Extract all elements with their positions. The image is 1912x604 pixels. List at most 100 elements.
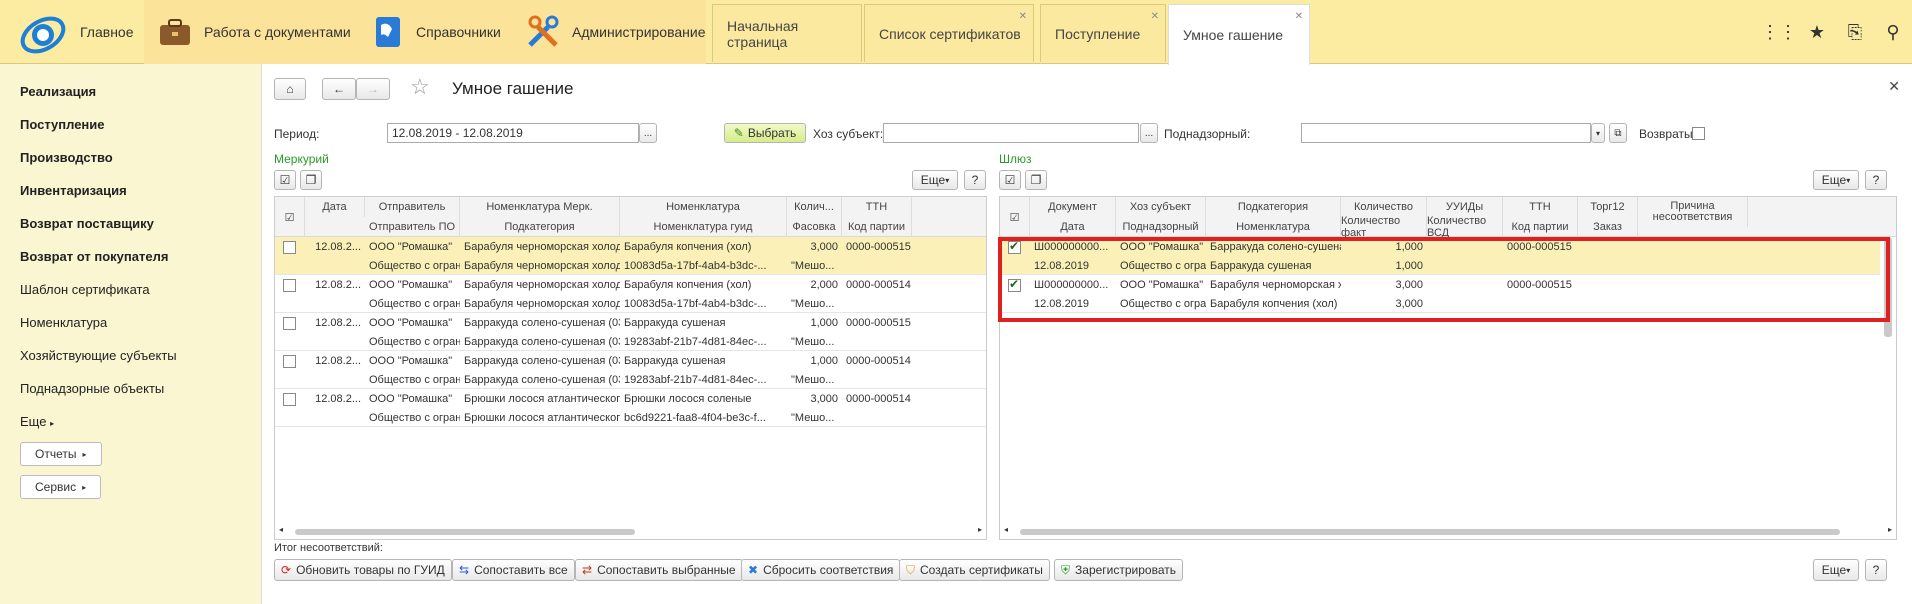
- section-catalogs[interactable]: Справочники: [372, 0, 501, 64]
- home-button[interactable]: ⌂: [274, 78, 306, 100]
- header-quantity-fact[interactable]: Количество факт: [1341, 215, 1427, 239]
- nav-item-sales[interactable]: Реализация: [20, 84, 96, 99]
- nav-item-business-entities[interactable]: Хозяйствующие субъекты: [20, 348, 177, 363]
- hoz-subject-input[interactable]: [883, 123, 1139, 143]
- row-checkbox[interactable]: [283, 393, 296, 406]
- reset-matches-button[interactable]: ✖ Сбросить соответствия: [741, 559, 901, 581]
- favorite-star-icon[interactable]: ☆: [410, 74, 430, 100]
- nav-item-certificate-template[interactable]: Шаблон сертификата: [20, 282, 150, 297]
- match-all-button[interactable]: ⇆ Сопоставить все: [452, 559, 575, 581]
- nav-item-more[interactable]: Еще ▸: [20, 414, 54, 429]
- nav-item-receipt[interactable]: Поступление: [20, 117, 105, 132]
- bottom-help-button[interactable]: ?: [1865, 559, 1887, 581]
- match-selected-button[interactable]: ⇄ Сопоставить выбранные: [575, 559, 743, 581]
- supervised-input[interactable]: [1301, 123, 1591, 143]
- mercury-help-button[interactable]: ?: [964, 170, 986, 190]
- tab-start-page[interactable]: Начальная страница: [712, 4, 862, 62]
- search-icon[interactable]: ⚲: [1874, 22, 1912, 43]
- forward-button[interactable]: →: [356, 78, 390, 100]
- home-section[interactable]: Главное: [80, 24, 134, 40]
- header-check-icon[interactable]: ☑: [275, 197, 305, 237]
- header-qty[interactable]: Колич...: [787, 197, 842, 217]
- bottom-more-button[interactable]: Еще ▾: [1813, 559, 1859, 581]
- header-torg12[interactable]: Торг12: [1578, 197, 1638, 217]
- header-nom[interactable]: Номенклатура: [620, 197, 787, 217]
- header-check-icon[interactable]: ☑: [1000, 197, 1030, 237]
- create-certificates-button[interactable]: ⛉ Создать сертификаты: [899, 559, 1050, 581]
- header-supervised[interactable]: Поднадзорный: [1116, 217, 1206, 237]
- history-icon[interactable]: ⎘: [1836, 22, 1874, 43]
- gateway-more-button[interactable]: Еще ▾: [1813, 170, 1859, 190]
- header-subcategory[interactable]: Подкатегория: [1206, 197, 1341, 217]
- header-mismatch-reason[interactable]: Причина несоответствия: [1638, 197, 1748, 227]
- back-button[interactable]: ←: [322, 78, 356, 100]
- scroll-left-icon[interactable]: ◂: [1004, 525, 1008, 534]
- reports-button[interactable]: Отчеты ▸: [20, 442, 102, 466]
- header-nomenclature[interactable]: Номенклатура: [1206, 217, 1341, 237]
- header-batch-code[interactable]: Код партии: [1503, 217, 1578, 237]
- row-checkbox[interactable]: [283, 355, 296, 368]
- tab-smart-redemption[interactable]: Умное гашение ✕: [1168, 4, 1310, 65]
- horizontal-scrollbar[interactable]: [1020, 529, 1840, 535]
- close-icon[interactable]: ✕: [1019, 11, 1027, 22]
- hoz-subject-select-button[interactable]: ...: [1140, 123, 1158, 143]
- returns-checkbox[interactable]: [1692, 127, 1705, 140]
- header-sender-po[interactable]: Отправитель ПО: [365, 217, 460, 237]
- header-packing[interactable]: Фасовка: [787, 217, 842, 237]
- uncheck-all-icon[interactable]: ❐: [1025, 170, 1047, 190]
- header-hoz-subject[interactable]: Хоз субъект: [1116, 197, 1206, 217]
- header-date[interactable]: Дата: [305, 197, 365, 217]
- header-subcategory[interactable]: Подкатегория: [460, 217, 620, 237]
- section-administration[interactable]: Администрирование: [526, 0, 706, 64]
- close-form-icon[interactable]: ✕: [1888, 78, 1900, 95]
- cell-pack: "Мешо...: [791, 373, 835, 386]
- header-nom-guid[interactable]: Номенклатура гуид: [620, 217, 787, 237]
- period-input[interactable]: 12.08.2019 - 12.08.2019: [387, 123, 639, 143]
- nav-item-return-customer[interactable]: Возврат от покупателя: [20, 249, 168, 264]
- close-icon[interactable]: ✕: [1151, 11, 1159, 22]
- uncheck-all-icon[interactable]: ❐: [300, 170, 322, 190]
- refresh-by-guid-button[interactable]: ⟳ Обновить товары по ГУИД: [274, 559, 452, 581]
- check-all-icon[interactable]: ☑: [999, 170, 1021, 190]
- header-nom-merc[interactable]: Номенклатура Мерк.: [460, 197, 620, 217]
- header-uuids[interactable]: УУИДы: [1427, 197, 1503, 217]
- header-ttn[interactable]: ТТН: [1503, 197, 1578, 217]
- header-quantity-vsd[interactable]: Количество ВСД: [1427, 215, 1503, 239]
- header-ttn[interactable]: ТТН: [842, 197, 912, 217]
- nav-item-supervised-objects[interactable]: Поднадзорные объекты: [20, 381, 164, 396]
- gateway-help-button[interactable]: ?: [1865, 170, 1887, 190]
- header-batch-code[interactable]: Код партии: [842, 217, 912, 237]
- grid-menu-icon[interactable]: ⋮⋮: [1760, 22, 1798, 43]
- cell-qty: 3,000: [810, 240, 838, 253]
- nav-item-return-supplier[interactable]: Возврат поставщику: [20, 216, 154, 231]
- scroll-right-icon[interactable]: ▸: [978, 525, 982, 534]
- open-icon[interactable]: ⧉: [1609, 123, 1627, 143]
- scroll-right-icon[interactable]: ▸: [1888, 525, 1892, 534]
- register-button[interactable]: ⛨ Зарегистрировать: [1054, 559, 1183, 581]
- tab-receipt[interactable]: Поступление ✕: [1040, 4, 1166, 62]
- mercury-more-button[interactable]: Еще ▾: [912, 170, 958, 190]
- nav-item-inventory[interactable]: Инвентаризация: [20, 183, 127, 198]
- header-document[interactable]: Документ: [1030, 197, 1116, 217]
- header-quantity[interactable]: Количество: [1341, 197, 1427, 217]
- nav-item-production[interactable]: Производство: [20, 150, 113, 165]
- header-date[interactable]: Дата: [1030, 217, 1116, 237]
- header-order[interactable]: Заказ: [1578, 217, 1638, 237]
- favorites-star-icon[interactable]: ★: [1798, 22, 1836, 43]
- check-all-icon[interactable]: ☑: [274, 170, 296, 190]
- nav-item-nomenclature[interactable]: Номенклатура: [20, 315, 107, 330]
- app-logo-icon[interactable]: [18, 10, 68, 60]
- supervised-dropdown-button[interactable]: ▾: [1591, 123, 1605, 143]
- horizontal-scrollbar[interactable]: [295, 529, 635, 535]
- row-checkbox[interactable]: [283, 317, 296, 330]
- choose-button[interactable]: ✎ Выбрать: [724, 123, 806, 143]
- close-icon[interactable]: ✕: [1295, 11, 1303, 22]
- row-checkbox[interactable]: [283, 279, 296, 292]
- section-documents[interactable]: Работа с документами: [158, 0, 351, 64]
- row-checkbox[interactable]: [283, 241, 296, 254]
- header-sender[interactable]: Отправитель: [365, 197, 460, 217]
- tab-certificate-list[interactable]: Список сертификатов ✕: [864, 4, 1034, 62]
- period-select-button[interactable]: ...: [639, 123, 657, 143]
- scroll-left-icon[interactable]: ◂: [279, 525, 283, 534]
- service-button[interactable]: Сервис ▸: [20, 475, 102, 499]
